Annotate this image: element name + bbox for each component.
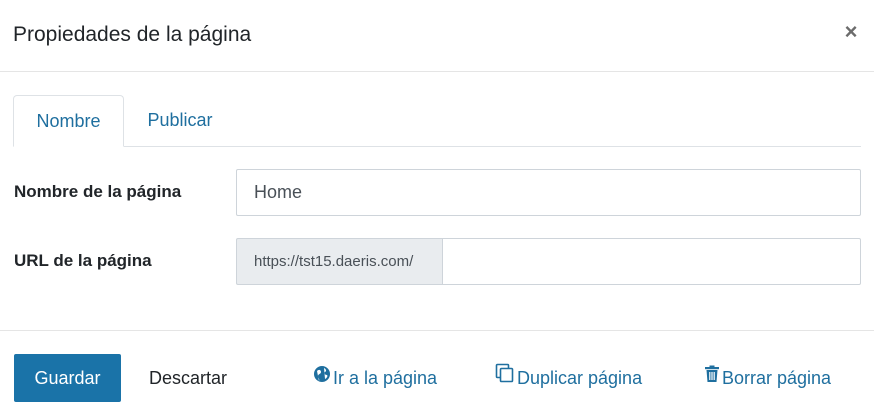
page-name-input[interactable] xyxy=(236,169,861,216)
page-url-input[interactable] xyxy=(442,238,861,285)
tab-bar: Nombre Publicar xyxy=(13,95,861,147)
url-prefix-addon: https://tst15.daeris.com/ xyxy=(236,238,442,285)
modal-footer: Guardar Descartar Ir a la página Duplica… xyxy=(0,330,874,416)
page-name-label: Nombre de la página xyxy=(14,182,182,201)
page-url-label: URL de la página xyxy=(14,251,152,270)
discard-button[interactable]: Descartar xyxy=(149,354,227,402)
tab-nombre[interactable]: Nombre xyxy=(13,95,124,147)
modal-header: Propiedades de la página × xyxy=(0,0,874,72)
go-to-page-label: Ir a la página xyxy=(333,368,438,388)
copy-icon xyxy=(495,353,515,401)
delete-page-link[interactable]: Borrar página xyxy=(704,354,831,402)
tab-publicar[interactable]: Publicar xyxy=(124,95,236,147)
trash-icon xyxy=(704,353,720,401)
save-button[interactable]: Guardar xyxy=(14,354,121,402)
page-properties-modal: Propiedades de la página × Nombre Public… xyxy=(0,0,874,416)
close-button[interactable]: × xyxy=(842,20,860,44)
go-to-page-link[interactable]: Ir a la página xyxy=(313,354,437,402)
duplicate-page-link[interactable]: Duplicar página xyxy=(495,354,642,402)
delete-page-label: Borrar página xyxy=(722,368,832,388)
modal-title: Propiedades de la página xyxy=(13,23,252,46)
page-url-group: https://tst15.daeris.com/ xyxy=(236,238,861,285)
duplicate-page-label: Duplicar página xyxy=(517,368,643,388)
globe-icon xyxy=(313,353,331,401)
